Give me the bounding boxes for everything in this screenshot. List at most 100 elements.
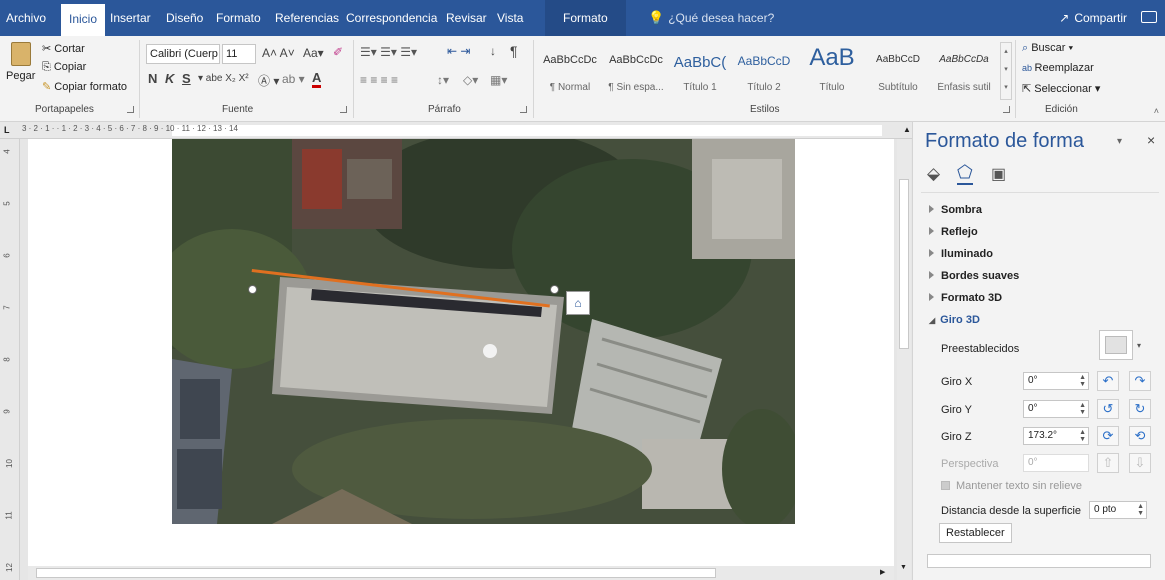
aerial-photo[interactable]: ⌂ (172, 139, 795, 524)
comment-icon[interactable] (1141, 11, 1157, 23)
presets-dropdown-icon[interactable]: ▾ (1137, 341, 1141, 350)
bullets-icon[interactable]: ☰▾ ☰▾ ☰▾ (360, 45, 417, 59)
styles-scroll[interactable]: ▴ ▾ ▾ (1000, 42, 1012, 100)
section-bordes-suaves[interactable]: Bordes suaves (929, 270, 1019, 282)
layout-properties-icon[interactable]: ▣ (991, 164, 1006, 184)
underline-icon[interactable]: S (182, 71, 191, 86)
rot-x-spinbox[interactable]: 0° ▲ ▼ (1023, 372, 1089, 390)
rotate-up-y-icon[interactable]: ↺ (1097, 399, 1119, 419)
section-giro-3d[interactable]: ◢ Giro 3D (929, 314, 980, 326)
highlight-icon[interactable]: ab ▾ (282, 72, 305, 86)
resize-handle-right[interactable] (550, 285, 559, 294)
tab-revisar[interactable]: Revisar (446, 0, 487, 36)
select-button[interactable]: ⇱ Seleccionar ▾ (1022, 82, 1100, 95)
fill-line-icon[interactable]: ⬙ (927, 164, 940, 184)
bold-icon[interactable]: N (148, 71, 157, 86)
tab-correspondencia[interactable]: Correspondencia (346, 0, 437, 36)
change-case-icon[interactable]: Aa▾ (303, 46, 324, 60)
spin-arrows-icon[interactable]: ▲ ▼ (1079, 402, 1086, 416)
tab-vista[interactable]: Vista (497, 0, 523, 36)
font-color-icon[interactable]: A (312, 70, 322, 88)
font-size-combo[interactable]: 11 (222, 44, 256, 64)
style-tile[interactable]: AaBbC(Título 1 (668, 42, 732, 100)
borders-icon[interactable]: ▦▾ (490, 73, 507, 87)
tab-insertar[interactable]: Insertar (110, 0, 151, 36)
rotate-cw-z-icon[interactable]: ⟳ (1097, 426, 1119, 446)
clipboard-launcher[interactable] (127, 106, 134, 113)
tab-formato[interactable]: Formato (216, 0, 261, 36)
rot-y-spinbox[interactable]: 0° ▲ ▼ (1023, 400, 1089, 418)
resize-handle-left[interactable] (248, 285, 257, 294)
rotate-down-y-icon[interactable]: ↻ (1129, 399, 1151, 419)
horizontal-scroll-thumb[interactable] (36, 568, 716, 578)
pilcrow-icon[interactable]: ¶ (510, 43, 518, 59)
presets-label: Preestablecidos (941, 343, 1020, 355)
rotate-right-x-icon[interactable]: ↷ (1129, 371, 1151, 391)
grow-font-icon[interactable]: A˄ A˅ (262, 46, 295, 60)
collapse-ribbon-icon[interactable]: ˄ (1154, 106, 1159, 116)
sort-icon[interactable]: ↓ (490, 44, 496, 58)
style-tile[interactable]: AaBbCcD Título 2 (732, 42, 796, 100)
reset-button[interactable]: Restablecer (939, 523, 1012, 543)
style-tile[interactable]: AaBbCcDa Énfasis sutil (932, 42, 996, 100)
spin-arrows-icon[interactable]: ▲ ▼ (1137, 503, 1144, 517)
tab-inicio[interactable]: Inicio (61, 4, 106, 36)
tell-me-box[interactable]: 💡 ¿Qué desea hacer? (648, 0, 774, 36)
section-reflejo[interactable]: Reflejo (929, 226, 978, 238)
horizontal-scrollbar[interactable]: ▶ (28, 566, 894, 580)
text-effects-icon[interactable]: Ⓐ ▾ (258, 72, 279, 89)
tab-archivo[interactable]: Archivo (6, 0, 46, 36)
rot-z-spinbox[interactable]: 173.2° ▲ ▼ (1023, 427, 1089, 445)
pane-hscrollbar[interactable] (927, 554, 1151, 568)
font-name-combo[interactable]: Calibri (Cuerp (146, 44, 220, 64)
ruler-scroll-up[interactable]: ▲ (903, 125, 911, 134)
italic-icon[interactable]: K (165, 71, 174, 86)
spin-arrows-icon[interactable]: ▲ ▼ (1079, 374, 1086, 388)
tab-referencias[interactable]: Referencias (275, 0, 339, 36)
close-icon[interactable]: × (1147, 132, 1155, 148)
presets-button[interactable] (1099, 330, 1133, 360)
tab-formato-contextual[interactable]: Formato (545, 0, 626, 36)
share-label: Compartir (1074, 11, 1127, 25)
paste-button[interactable]: Pegar (6, 40, 36, 90)
vertical-ruler[interactable]: 4 5 6 7 8 9 10 11 12 (0, 139, 20, 580)
spin-arrows-icon[interactable]: ▲ ▼ (1079, 429, 1086, 443)
rotate-ccw-z-icon[interactable]: ⟲ (1129, 426, 1151, 446)
vertical-scrollbar[interactable]: ▼ (897, 139, 911, 580)
cut-button[interactable]: ✂ Cortar (42, 42, 85, 55)
section-sombra[interactable]: Sombra (929, 204, 982, 216)
scroll-down-arrow[interactable]: ▼ (900, 564, 907, 571)
effects-icon[interactable]: ⬠ (957, 162, 973, 185)
scroll-right-arrow[interactable]: ▶ (880, 568, 885, 576)
align-icon[interactable]: ≡ ≡ ≡ ≡ (360, 73, 398, 87)
copy-button[interactable]: ⎘ Copiar (42, 61, 86, 74)
find-button[interactable]: ⌕ Buscar ▾ (1022, 42, 1073, 55)
distance-spinbox[interactable]: 0 pto ▲ ▼ (1089, 501, 1147, 519)
section-formato-3d[interactable]: Formato 3D (929, 292, 1002, 304)
shading-icon[interactable]: ◇▾ (463, 73, 478, 87)
expand-icon (929, 227, 934, 235)
line-spacing-icon[interactable]: ↕▾ (437, 73, 449, 87)
style-tile[interactable]: AaBbCcD Subtítulo (866, 42, 930, 100)
style-tile[interactable]: AaB Título (800, 42, 864, 100)
pane-options-icon[interactable]: ▾ (1117, 136, 1122, 147)
section-iluminado[interactable]: Iluminado (929, 248, 993, 260)
vertical-scroll-thumb[interactable] (899, 179, 909, 349)
styles-launcher[interactable] (1003, 106, 1010, 113)
font-launcher[interactable] (340, 106, 347, 113)
share-button[interactable]: ↗ Compartir (1059, 0, 1127, 36)
layout-options-icon[interactable]: ⌂ (566, 291, 590, 315)
format-painter-button[interactable]: ✎ Copiar formato (42, 80, 127, 93)
indent-icon[interactable]: ⇤ ⇥ (447, 44, 470, 58)
strike-sub-super-icon[interactable]: ▾ abe X₂ X² (198, 73, 249, 84)
keep-flat-checkbox[interactable]: Mantener texto sin relieve (941, 480, 1082, 492)
tab-diseno[interactable]: Diseño (166, 0, 203, 36)
replace-button[interactable]: ab Reemplazar (1022, 62, 1094, 74)
paragraph-launcher[interactable] (520, 106, 527, 113)
clear-format-icon[interactable]: ✐ (333, 45, 343, 59)
tab-selector-icon[interactable]: L (4, 125, 10, 135)
style-tile[interactable]: AaBbCcDc ¶ Sin espa... (604, 42, 668, 100)
rotate-left-x-icon[interactable]: ↶ (1097, 371, 1119, 391)
horizontal-ruler[interactable]: L 3 · 2 · 1 · · 1 · 2 · 3 · 4 · 5 · 6 · … (0, 122, 912, 139)
style-tile[interactable]: AaBbCcDc ¶ Normal (538, 42, 602, 100)
